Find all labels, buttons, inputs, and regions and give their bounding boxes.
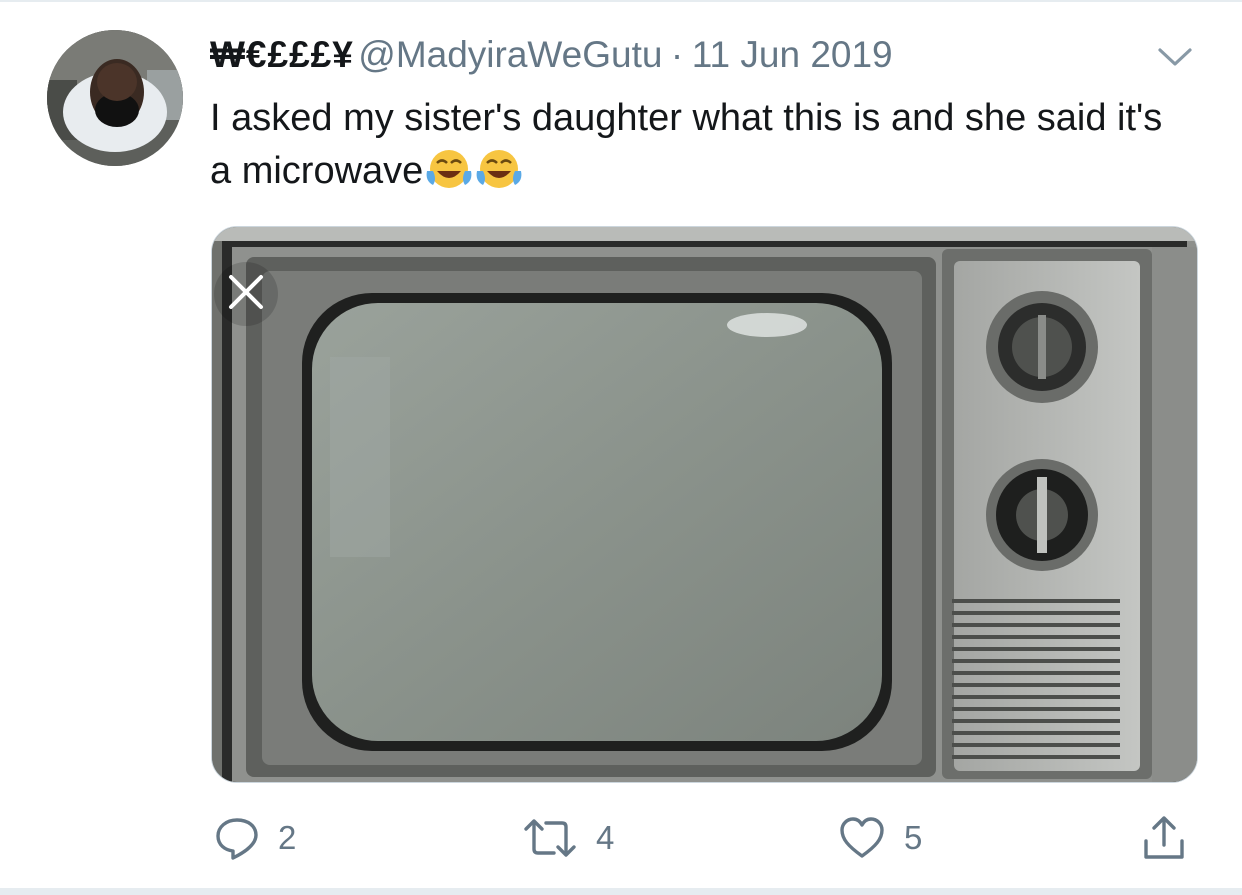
chevron-down-icon[interactable] [1156,44,1194,70]
tv-photo [212,227,1197,782]
heart-icon [840,817,884,858]
tweet-body: I asked my sister's daughter what this i… [210,97,1163,192]
bottom-divider [0,888,1242,895]
like-count: 5 [904,819,923,856]
share-upload-icon [1144,816,1184,859]
like-button[interactable]: 5 [838,808,922,868]
tweet-actions: 2 4 5 [0,808,1242,868]
face-with-tears-of-joy-icon [426,150,472,188]
tweet-text: I asked my sister's daughter what this i… [210,92,1190,198]
tweet-header: ₩€£££¥ @MadyiraWeGutu · 11 Jun 2019 [210,34,893,84]
share-button[interactable] [1140,808,1188,868]
tweet-date[interactable]: 11 Jun 2019 [692,34,893,75]
comment-bubble-icon [216,818,258,860]
retweet-button[interactable]: 4 [522,808,614,868]
tweet-media-image[interactable] [211,226,1198,783]
top-divider [0,0,1242,2]
separator-dot: · [670,34,684,75]
user-handle[interactable]: @MadyiraWeGutu [358,34,662,75]
reply-button[interactable]: 2 [214,808,296,868]
reply-count: 2 [278,819,297,856]
close-icon [229,275,263,309]
retweet-arrows-icon [524,819,576,857]
face-with-tears-of-joy-icon [476,150,522,188]
display-name[interactable]: ₩€£££¥ [210,34,354,75]
close-media-button[interactable] [214,262,278,326]
retweet-count: 4 [596,819,615,856]
avatar[interactable] [47,30,183,166]
